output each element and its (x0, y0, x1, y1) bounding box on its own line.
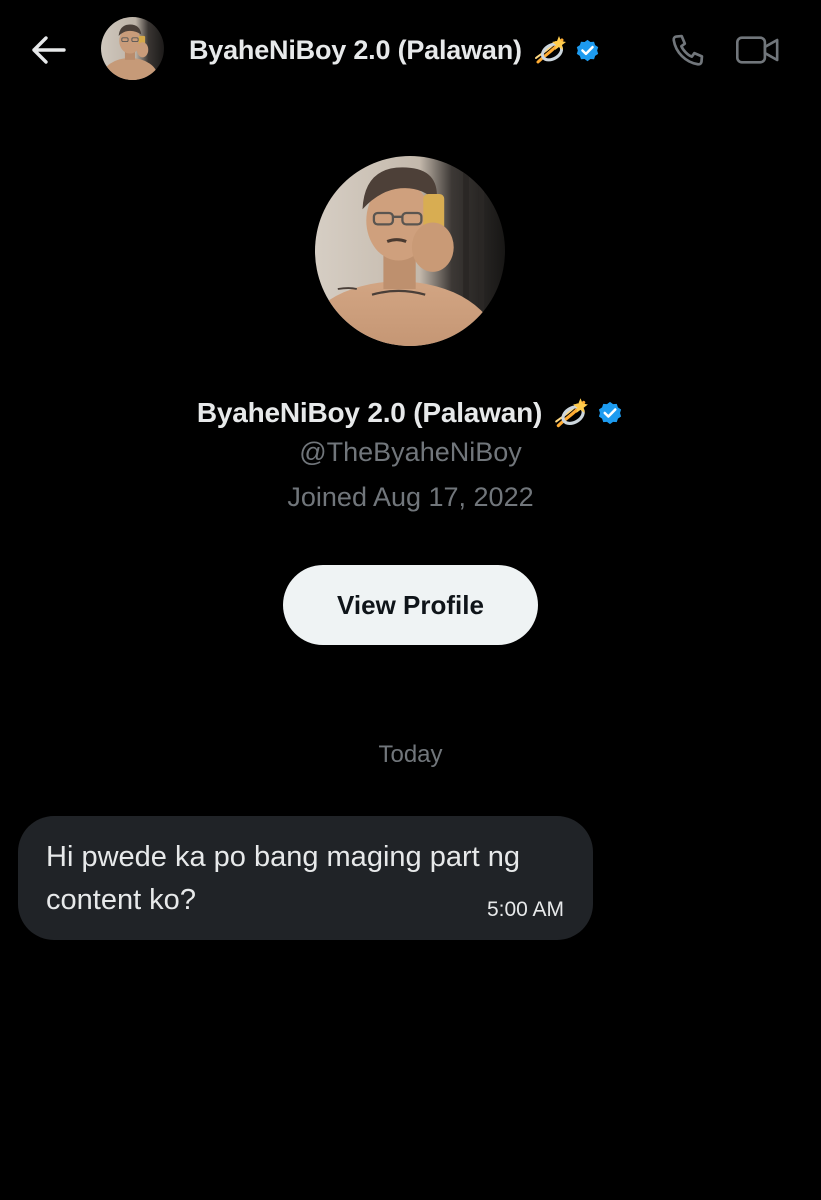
video-call-button[interactable] (734, 30, 782, 70)
profile-handle: @TheByaheNiBoy (299, 437, 522, 467)
message-timestamp: 5:00 AM (486, 898, 564, 921)
profile-avatar[interactable] (315, 156, 505, 346)
conversation-header: ByaheNiBoy 2.0 (Palawan) (0, 0, 821, 100)
verified-badge-icon (574, 37, 601, 64)
avatar-photo (315, 156, 505, 346)
dizzy-icon (532, 32, 568, 68)
back-button[interactable] (28, 30, 68, 70)
header-name: ByaheNiBoy 2.0 (Palawan) (189, 34, 522, 65)
view-profile-button[interactable]: View Profile (283, 565, 538, 645)
avatar-photo (101, 17, 164, 80)
date-separator: Today (378, 741, 443, 768)
header-avatar[interactable] (101, 17, 164, 80)
voice-call-button[interactable] (668, 30, 708, 70)
verified-badge-icon (596, 399, 624, 427)
video-camera-icon (735, 36, 779, 64)
dizzy-icon (552, 394, 590, 432)
phone-icon (672, 34, 704, 66)
arrow-left-icon (32, 36, 66, 64)
profile-title: ByaheNiBoy 2.0 (Palawan) (0, 390, 821, 436)
profile-name: ByaheNiBoy 2.0 (Palawan) (196, 397, 543, 428)
header-title[interactable]: ByaheNiBoy 2.0 (Palawan) (189, 28, 601, 72)
profile-joined-date: Joined Aug 17, 2022 (287, 482, 534, 512)
message-bubble[interactable]: Hi pwede ka po bang maging part ng conte… (18, 816, 593, 940)
